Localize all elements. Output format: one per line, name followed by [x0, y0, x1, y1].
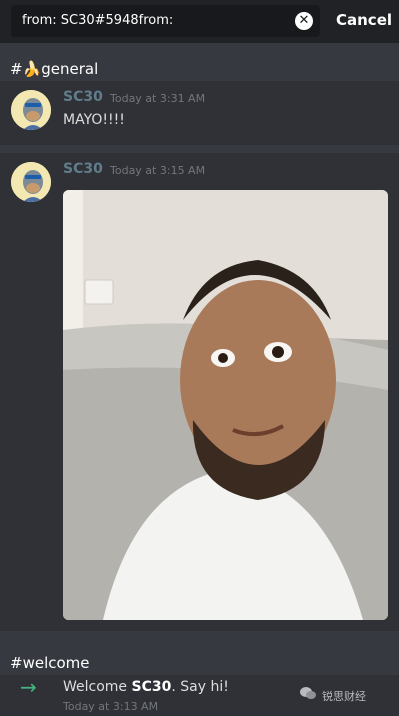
- search-result-message[interactable]: SC30 Today at 3:31 AM MAYO!!!!: [0, 81, 399, 145]
- watermark-text: 锐思财经: [322, 690, 366, 703]
- search-header: from: SC30#5948from: ✕ Cancel: [0, 0, 399, 43]
- image-attachment[interactable]: [63, 190, 388, 620]
- avatar[interactable]: [11, 162, 51, 202]
- welcome-suffix: . Say hi!: [171, 679, 229, 695]
- cancel-button[interactable]: Cancel: [336, 11, 392, 29]
- join-arrow-icon: →: [20, 675, 37, 699]
- ape-avatar-icon: [11, 162, 51, 202]
- message-timestamp: Today at 3:13 AM: [63, 700, 159, 713]
- clear-search-icon[interactable]: ✕: [295, 12, 313, 30]
- welcome-username[interactable]: SC30: [132, 679, 172, 695]
- channel-label-general[interactable]: #🍌general: [10, 60, 98, 78]
- welcome-text: Welcome SC30. Say hi!: [63, 679, 229, 695]
- search-results: #🍌general SC30 Today at 3:31 AM MAYO!!!!: [0, 43, 399, 716]
- message-text: MAYO!!!!: [63, 112, 125, 128]
- message-author[interactable]: SC30: [63, 89, 103, 105]
- search-query[interactable]: from: SC30#5948from:: [22, 13, 173, 28]
- welcome-prefix: Welcome: [63, 679, 132, 695]
- channel-label-welcome[interactable]: #welcome: [10, 654, 90, 672]
- ape-avatar-icon: [11, 90, 51, 130]
- message-timestamp: Today at 3:31 AM: [110, 92, 206, 105]
- wechat-watermark-icon: [300, 687, 316, 699]
- avatar[interactable]: [11, 90, 51, 130]
- message-author[interactable]: SC30: [63, 161, 103, 177]
- selfie-image: [63, 190, 388, 620]
- message-timestamp: Today at 3:15 AM: [110, 164, 206, 177]
- search-input[interactable]: from: SC30#5948from: ✕: [11, 5, 320, 37]
